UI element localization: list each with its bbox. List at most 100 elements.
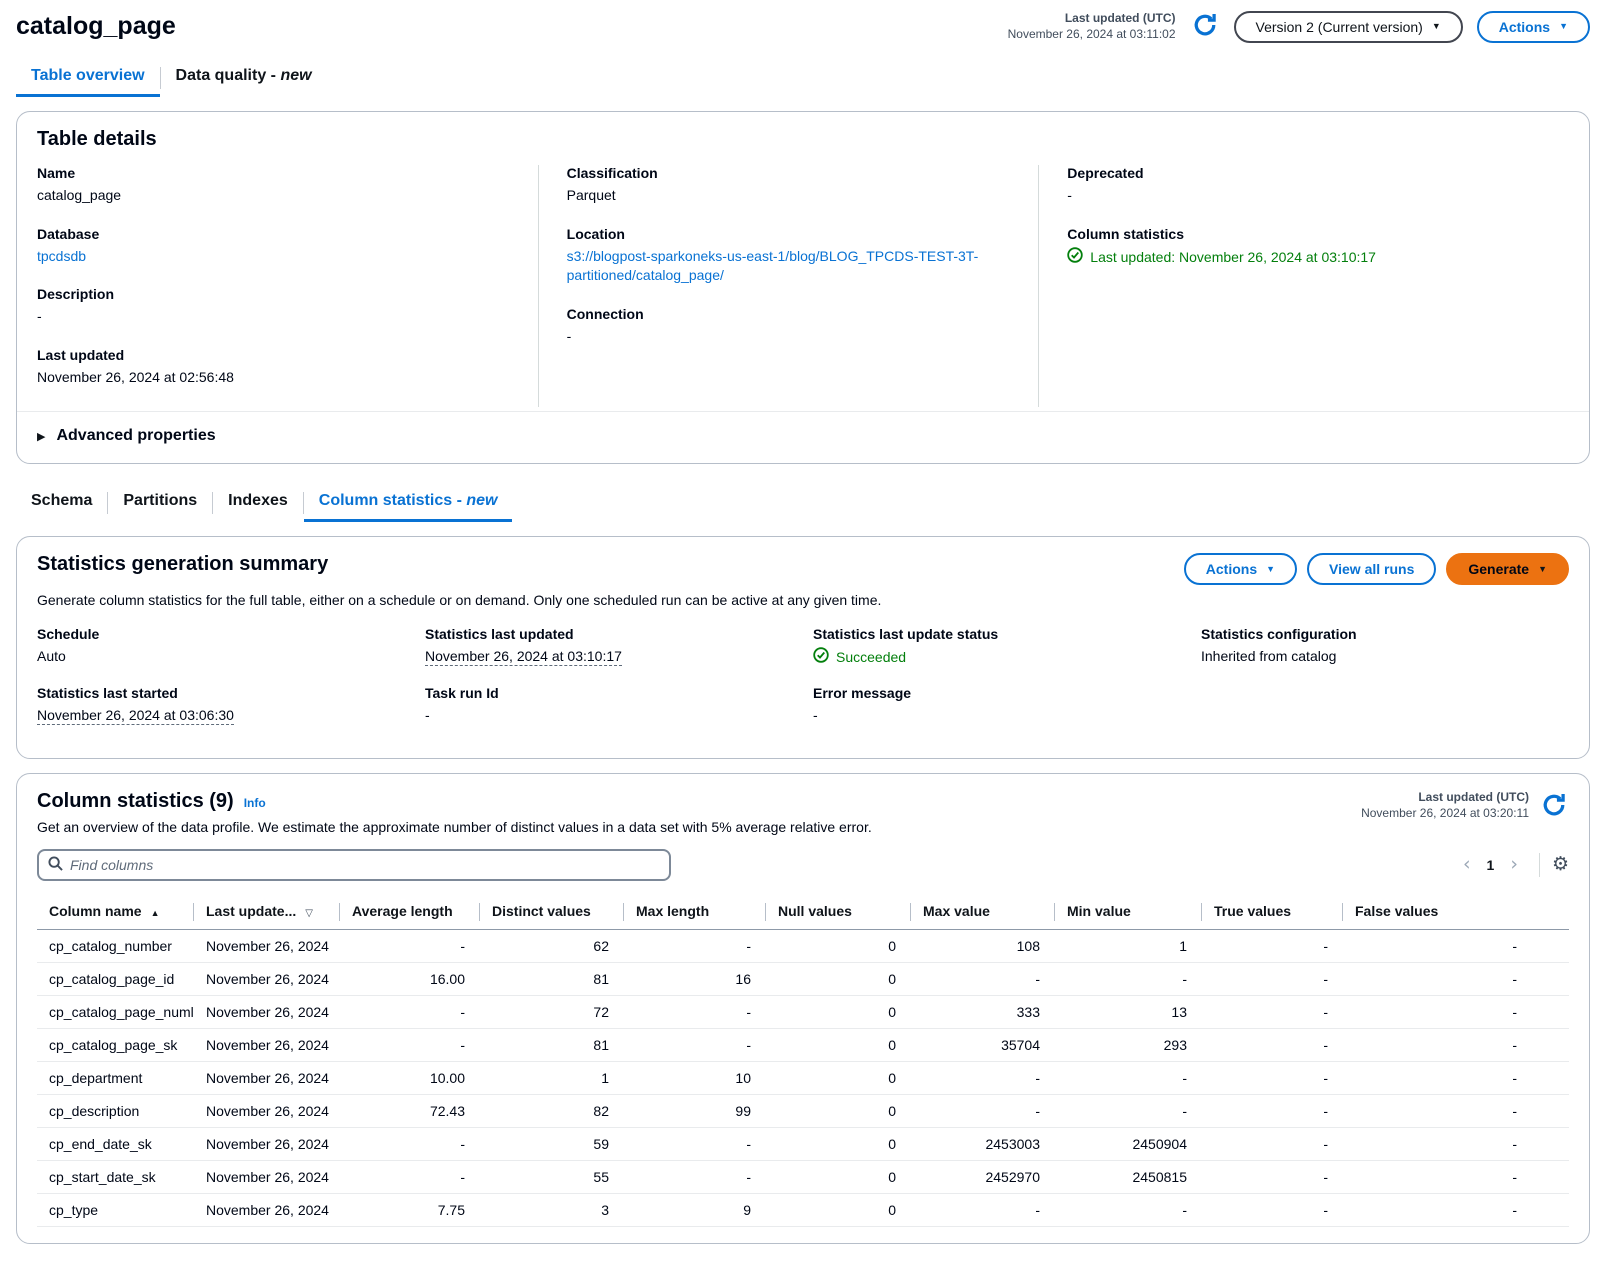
version-dropdown[interactable]: Version 2 (Current version) ▼ bbox=[1234, 11, 1463, 43]
table-cell: 0 bbox=[766, 1094, 911, 1127]
field-label: Description bbox=[37, 286, 510, 302]
next-page-button[interactable]: › bbox=[1501, 855, 1527, 874]
column-statistics-card: Column statistics (9) Info Get an overvi… bbox=[16, 773, 1590, 1244]
table-toolbar: ‹ 1 › ⚙ bbox=[37, 849, 1569, 881]
table-cell: - bbox=[1202, 1193, 1343, 1226]
search-icon bbox=[48, 856, 63, 874]
table-cell: - bbox=[1343, 995, 1569, 1028]
table-cell: - bbox=[340, 1028, 480, 1061]
table-cell: 81 bbox=[480, 962, 624, 995]
find-columns-search[interactable] bbox=[37, 849, 671, 881]
tab-partitions[interactable]: Partitions bbox=[108, 484, 212, 522]
column-name-cell: cp_catalog_page_id bbox=[37, 962, 194, 995]
field-location: Location s3://blogpost-sparkoneks-us-eas… bbox=[567, 226, 1011, 286]
view-all-runs-label: View all runs bbox=[1329, 561, 1414, 577]
column-statistics-title: Column statistics (9) bbox=[37, 790, 234, 813]
header-true-values: True values bbox=[1202, 895, 1343, 930]
search-input[interactable] bbox=[70, 857, 660, 873]
table-cell: 1 bbox=[480, 1061, 624, 1094]
tab-table-overview[interactable]: Table overview bbox=[16, 59, 160, 97]
toolbar-divider bbox=[1539, 853, 1540, 877]
view-all-runs-button[interactable]: View all runs bbox=[1307, 553, 1436, 585]
table-cell: 10.00 bbox=[340, 1061, 480, 1094]
actions-button[interactable]: Actions ▼ bbox=[1477, 11, 1590, 43]
success-check-icon bbox=[813, 647, 829, 669]
table-cell: - bbox=[624, 995, 766, 1028]
field-value: Parquet bbox=[567, 186, 1011, 206]
field-connection: Connection - bbox=[567, 306, 1011, 347]
field-value: November 26, 2024 at 03:10:17 bbox=[425, 648, 622, 666]
field-name: Name catalog_page bbox=[37, 165, 510, 206]
table-row: cp_catalog_numberNovember 26, 2024-62-01… bbox=[37, 929, 1569, 962]
last-updated-label: Last updated (UTC) bbox=[1361, 790, 1529, 806]
field-value: November 26, 2024 at 03:06:30 bbox=[37, 707, 234, 725]
table-details-title: Table details bbox=[37, 128, 1569, 151]
table-cell: 81 bbox=[480, 1028, 624, 1061]
table-cell: 59 bbox=[480, 1127, 624, 1160]
field-value: - bbox=[567, 327, 1011, 347]
field-label: Statistics configuration bbox=[1201, 626, 1569, 642]
last-updated-value: November 26, 2024 at 03:20:11 bbox=[1361, 806, 1529, 822]
header-last-update[interactable]: Last update...▽ bbox=[194, 895, 340, 930]
table-row: cp_catalog_page_idNovember 26, 202416.00… bbox=[37, 962, 1569, 995]
table-cell: - bbox=[1055, 962, 1202, 995]
refresh-icon bbox=[1541, 792, 1567, 821]
table-cell: 16.00 bbox=[340, 962, 480, 995]
generate-button[interactable]: Generate ▼ bbox=[1446, 553, 1569, 585]
tab-schema[interactable]: Schema bbox=[16, 484, 107, 522]
table-cell: - bbox=[1055, 1193, 1202, 1226]
table-cell: 293 bbox=[1055, 1028, 1202, 1061]
field-value: - bbox=[1067, 186, 1541, 206]
field-value: Auto bbox=[37, 647, 405, 667]
tab-label: Table overview bbox=[31, 67, 145, 84]
table-cell: 0 bbox=[766, 1061, 911, 1094]
table-row: cp_catalog_page_numlNovember 26, 2024-72… bbox=[37, 995, 1569, 1028]
field-stats-last-updated: Statistics last updated November 26, 202… bbox=[425, 626, 793, 669]
current-page[interactable]: 1 bbox=[1480, 857, 1502, 873]
table-refresh-button[interactable] bbox=[1539, 790, 1569, 823]
refresh-button[interactable] bbox=[1190, 10, 1220, 43]
advanced-properties-toggle[interactable]: ▶ Advanced properties bbox=[17, 411, 1589, 447]
field-column-statistics: Column statistics Last updated: November… bbox=[1067, 226, 1541, 269]
table-cell: 2450904 bbox=[1055, 1127, 1202, 1160]
table-cell: - bbox=[1343, 1094, 1569, 1127]
field-value: November 26, 2024 at 02:56:48 bbox=[37, 368, 510, 388]
column-stats-updated-text: Last updated: November 26, 2024 at 03:10… bbox=[1090, 248, 1376, 268]
chevron-down-icon: ▼ bbox=[1538, 565, 1547, 574]
table-cell: 99 bbox=[624, 1094, 766, 1127]
column-name-cell: cp_type bbox=[37, 1193, 194, 1226]
header-column-name[interactable]: Column name▲ bbox=[37, 895, 194, 930]
table-cell: - bbox=[911, 962, 1055, 995]
table-cell: - bbox=[911, 1061, 1055, 1094]
stats-summary-description: Generate column statistics for the full … bbox=[37, 592, 1569, 608]
chevron-down-icon: ▼ bbox=[1432, 22, 1441, 31]
table-cell: - bbox=[911, 1094, 1055, 1127]
database-link[interactable]: tpcdsdb bbox=[37, 248, 86, 264]
info-link[interactable]: Info bbox=[244, 796, 266, 810]
table-cell: 0 bbox=[766, 1160, 911, 1193]
column-name-cell: cp_department bbox=[37, 1061, 194, 1094]
table-settings-button[interactable]: ⚙ bbox=[1552, 855, 1569, 874]
tab-column-statistics[interactable]: Column statistics - new bbox=[304, 484, 513, 522]
header-null-values: Null values bbox=[766, 895, 911, 930]
tab-indexes[interactable]: Indexes bbox=[213, 484, 303, 522]
tab-data-quality[interactable]: Data quality - new bbox=[161, 59, 327, 97]
table-details-grid: Name catalog_page Database tpcdsdb Descr… bbox=[37, 165, 1569, 407]
table-cell: November 26, 2024 bbox=[194, 1193, 340, 1226]
table-cell: - bbox=[1202, 929, 1343, 962]
stats-actions-button[interactable]: Actions ▼ bbox=[1184, 553, 1297, 585]
table-row: cp_catalog_page_skNovember 26, 2024-81-0… bbox=[37, 1028, 1569, 1061]
field-label: Classification bbox=[567, 165, 1011, 181]
table-cell: - bbox=[1202, 1127, 1343, 1160]
previous-page-button[interactable]: ‹ bbox=[1454, 855, 1480, 874]
chevron-down-icon: ▼ bbox=[1559, 22, 1568, 31]
table-cell: - bbox=[1343, 1127, 1569, 1160]
page-title: catalog_page bbox=[16, 10, 176, 41]
tab-label: Column statistics - bbox=[319, 492, 467, 509]
header-min-value: Min value bbox=[1055, 895, 1202, 930]
sort-down-icon: ▽ bbox=[305, 908, 313, 919]
field-database: Database tpcdsdb bbox=[37, 226, 510, 267]
field-last-updated: Last updated November 26, 2024 at 02:56:… bbox=[37, 347, 510, 388]
location-link[interactable]: s3://blogpost-sparkoneks-us-east-1/blog/… bbox=[567, 248, 979, 284]
table-cell: 0 bbox=[766, 995, 911, 1028]
